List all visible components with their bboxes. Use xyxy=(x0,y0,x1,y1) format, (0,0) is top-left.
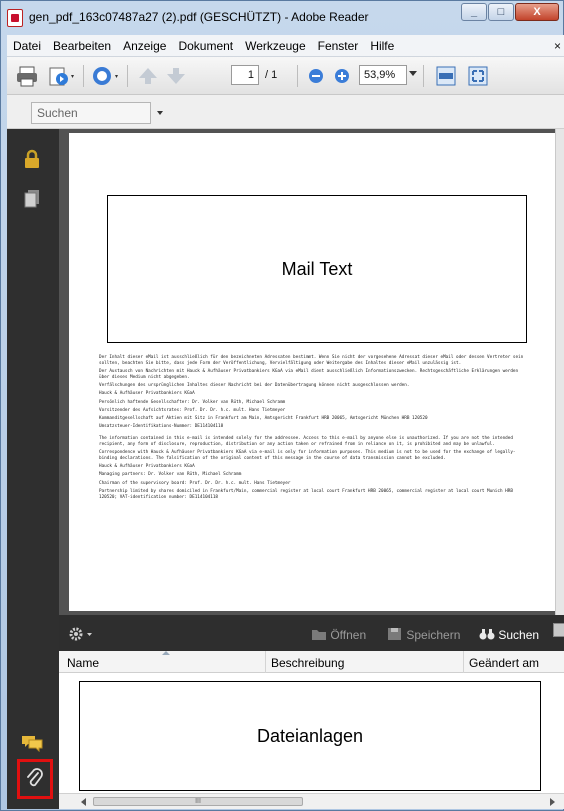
collapse-pane-button[interactable] xyxy=(553,623,564,637)
disclaimer-en-line: Partnership limited by shares domiciled … xyxy=(99,488,513,500)
menu-bearbeiten[interactable]: Bearbeiten xyxy=(47,39,117,53)
menu-dokument[interactable]: Dokument xyxy=(172,39,239,53)
page-total: / 1 xyxy=(265,69,278,81)
disclaimer-en-line: Chairman of the supervisory board: Prof.… xyxy=(99,480,291,486)
lock-icon[interactable] xyxy=(23,149,41,172)
save-icon xyxy=(388,628,401,640)
disclaimer-de-line: Der Austausch von Nachrichten mit Hauck … xyxy=(99,369,519,381)
next-page-icon[interactable] xyxy=(165,65,187,87)
search-label: Suchen xyxy=(498,628,540,642)
pdf-page: Mail Text Der Inhalt dieser eMail ist au… xyxy=(69,133,555,611)
options-gear-icon[interactable] xyxy=(69,627,95,644)
toolbar-separator xyxy=(127,65,128,87)
scroll-left-icon[interactable] xyxy=(81,798,86,806)
disclaimer-de-line: Vorsitzender des Aufsichtsrates: Prof. D… xyxy=(99,407,286,413)
open-attachment-button[interactable]: Öffnen xyxy=(311,627,366,642)
column-divider[interactable] xyxy=(463,651,464,673)
create-pdf-icon[interactable] xyxy=(47,65,77,87)
binoculars-icon xyxy=(479,629,495,640)
attachments-pane: Öffnen Speichern Suchen Name Beschreibun… xyxy=(59,615,564,809)
zoom-level-input[interactable]: 53,9% xyxy=(359,65,407,85)
collaborate-icon[interactable] xyxy=(91,65,121,87)
app-window: gen_pdf_163c07487a27 (2).pdf (GESCHÜTZT)… xyxy=(0,0,564,811)
menu-anzeige[interactable]: Anzeige xyxy=(117,39,172,53)
toolbar-separator xyxy=(297,65,298,87)
minimize-icon: _ xyxy=(470,6,478,18)
attachments-button[interactable] xyxy=(17,759,53,799)
fit-width-icon[interactable] xyxy=(435,65,457,87)
disclaimer-de-line: Der Inhalt dieser eMail ist ausschließli… xyxy=(99,355,524,367)
menu-datei[interactable]: Datei xyxy=(7,39,47,53)
document-area[interactable]: Mail Text Der Inhalt dieser eMail ist au… xyxy=(59,129,564,615)
save-label: Speichern xyxy=(406,628,461,642)
close-document-icon[interactable]: × xyxy=(554,39,561,53)
page-number-input[interactable]: 1 xyxy=(231,65,259,85)
title-bar: gen_pdf_163c07487a27 (2).pdf (GESCHÜTZT)… xyxy=(1,1,564,35)
search-input[interactable]: Suchen xyxy=(31,102,151,124)
zoom-in-icon[interactable] xyxy=(333,65,351,87)
comments-icon[interactable] xyxy=(21,734,43,755)
attachments-list[interactable]: Dateianlagen xyxy=(59,673,564,793)
maximize-button[interactable]: □ xyxy=(488,3,514,21)
main-toolbar: 1 / 1 53,9% xyxy=(7,57,564,95)
close-button[interactable]: X xyxy=(515,3,559,21)
scroll-thumb[interactable]: III xyxy=(93,797,303,806)
attachments-column-header: Name Beschreibung Geändert am xyxy=(59,651,564,673)
attachments-toolbar: Öffnen Speichern Suchen xyxy=(59,615,564,651)
attachments-placeholder-box: Dateianlagen xyxy=(79,681,541,791)
disclaimer-de-line: Umsatzsteuer-Identifikations-Nummer: DE1… xyxy=(99,423,224,429)
menu-bar: Datei Bearbeiten Anzeige Dokument Werkze… xyxy=(7,35,564,57)
disclaimer-en-line: The information contained in this e-mail… xyxy=(99,435,513,448)
fit-page-icon[interactable] xyxy=(467,65,489,87)
disclaimer-de-line: Persönlich haftende Gesellschafter: Dr. … xyxy=(99,399,286,405)
open-icon xyxy=(312,630,326,640)
open-label: Öffnen xyxy=(330,628,367,642)
find-bar: Suchen xyxy=(7,95,564,129)
zoom-out-icon[interactable] xyxy=(307,65,325,87)
column-description[interactable]: Beschreibung xyxy=(271,656,344,670)
window-controls: _ □ X xyxy=(460,3,559,21)
disclaimer-text: Der Inhalt dieser eMail ist ausschließli… xyxy=(99,355,527,503)
disclaimer-en-line: Hauck & Aufhäuser Privatbankiers KGaA xyxy=(99,464,195,470)
navigation-pane xyxy=(7,129,59,809)
print-icon[interactable] xyxy=(15,65,39,87)
window-title: gen_pdf_163c07487a27 (2).pdf (GESCHÜTZT)… xyxy=(29,10,369,24)
minimize-button[interactable]: _ xyxy=(461,3,487,21)
menu-fenster[interactable]: Fenster xyxy=(312,39,365,53)
search-attachment-button[interactable]: Suchen xyxy=(479,627,539,642)
menu-werkzeuge[interactable]: Werkzeuge xyxy=(239,39,311,53)
disclaimer-en-line: Managing partners: Dr. Volker van Rüth, … xyxy=(99,472,242,478)
pages-icon[interactable] xyxy=(23,189,41,212)
maximize-icon: □ xyxy=(497,6,505,18)
sort-ascending-icon xyxy=(162,651,170,655)
toolbar-separator xyxy=(83,65,84,87)
disclaimer-en-line: Correspondence with Hauck & Aufhäuser Pr… xyxy=(99,450,516,462)
column-modified[interactable]: Geändert am xyxy=(469,656,539,670)
pdf-app-icon xyxy=(7,9,23,27)
previous-page-icon[interactable] xyxy=(137,65,159,87)
scroll-right-icon[interactable] xyxy=(550,798,555,806)
close-icon: X xyxy=(533,6,541,18)
disclaimer-de-line: Kommanditgesellschaft auf Aktien mit Sit… xyxy=(99,415,428,421)
column-name[interactable]: Name xyxy=(67,656,99,670)
save-attachment-button[interactable]: Speichern xyxy=(387,627,460,642)
vertical-scrollbar[interactable] xyxy=(555,129,564,615)
disclaimer-de-line: Verfälschungen des ursprünglichen Inhalt… xyxy=(99,383,410,389)
zoom-dropdown-icon[interactable] xyxy=(409,71,417,76)
toolbar-separator xyxy=(423,65,424,87)
mail-text-box: Mail Text xyxy=(107,195,527,343)
disclaimer-de-line: Hauck & Aufhäuser Privatbankiers KGaA xyxy=(99,391,195,397)
search-options-dropdown-icon[interactable] xyxy=(157,111,163,115)
paperclip-icon xyxy=(27,768,43,787)
menu-hilfe[interactable]: Hilfe xyxy=(364,39,400,53)
column-divider[interactable] xyxy=(265,651,266,673)
horizontal-scrollbar[interactable]: III xyxy=(59,793,564,809)
